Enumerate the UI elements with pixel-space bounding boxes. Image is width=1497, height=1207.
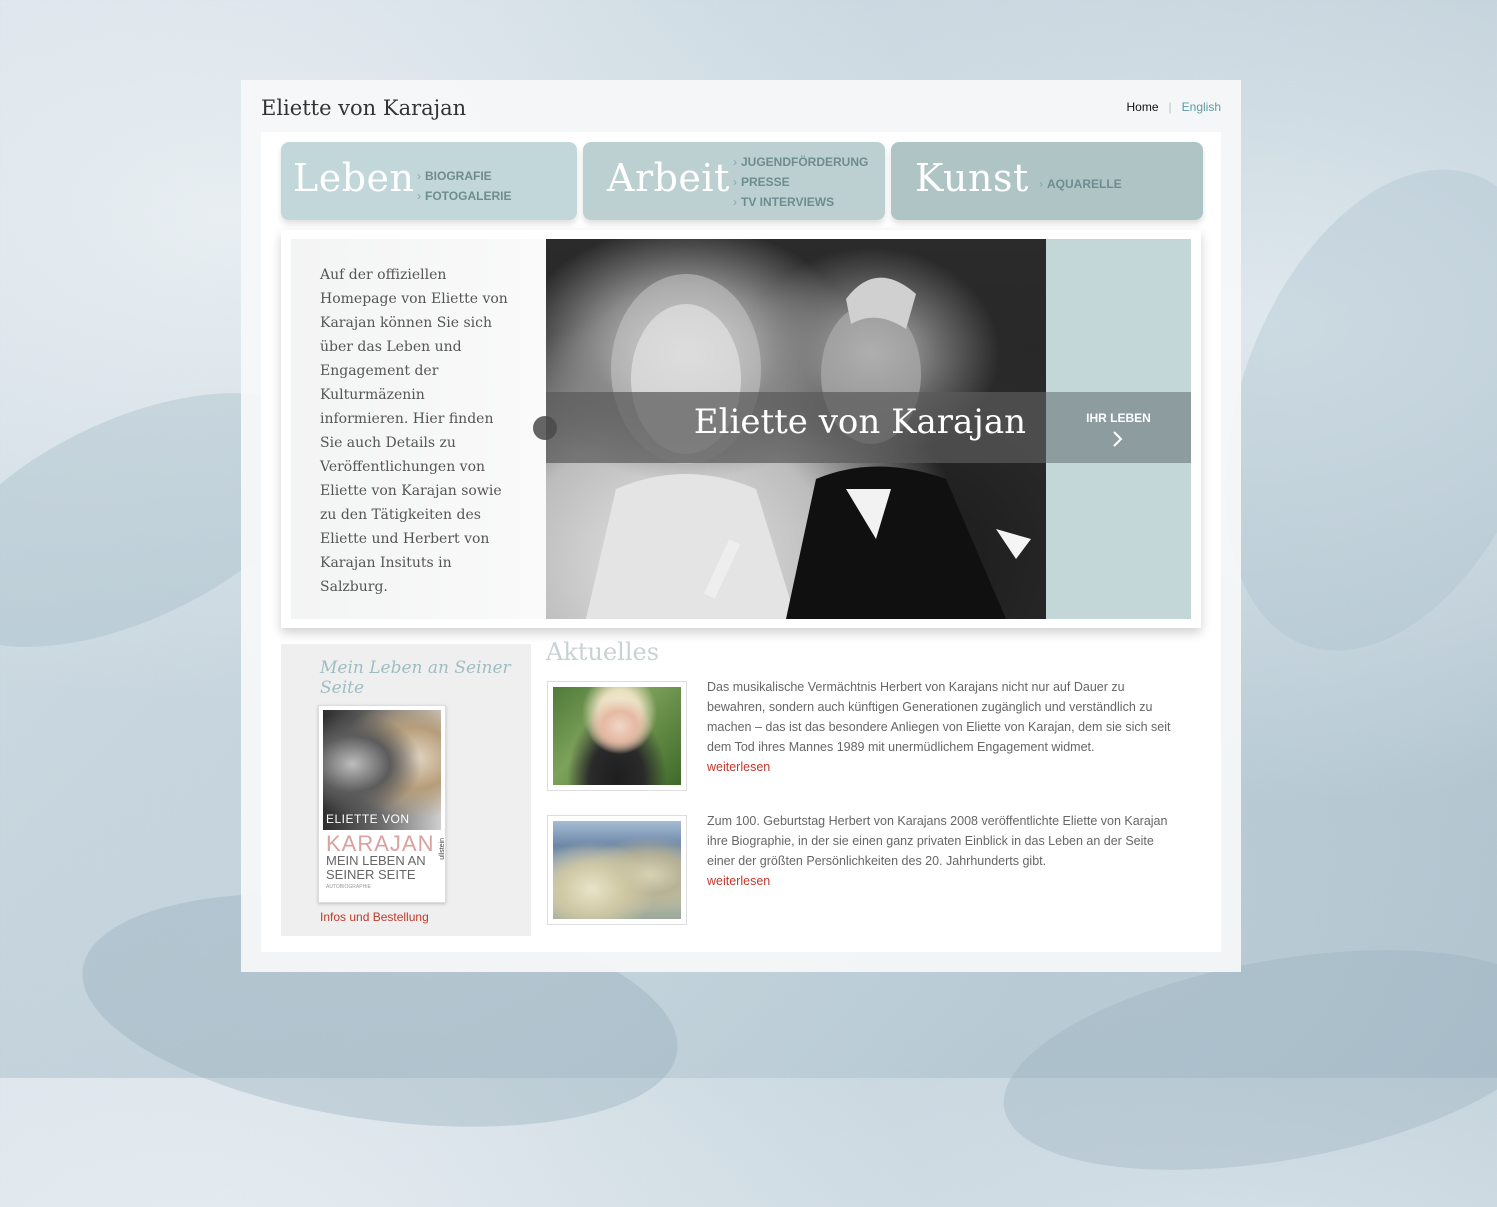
ihr-leben-button[interactable] <box>1046 392 1191 463</box>
nav-item-biografie[interactable]: › BIOGRAFIE <box>417 166 511 186</box>
news-text: Das musikalische Vermächtnis Herbert von… <box>707 680 1171 774</box>
main-panel: Eliette von Karajan Home | English Leben ›… <box>241 80 1241 972</box>
news-heading: Aktuelles <box>546 638 660 666</box>
news-item: Zum 100. Geburtstag Herbert von Karajans… <box>539 804 1201 935</box>
intro-text: Auf der offiziellen Homepage von Eliette… <box>320 267 508 595</box>
book-order-link[interactable]: Infos und Bestellung <box>320 910 429 924</box>
news-item: Das musikalische Vermächtnis Herbert von… <box>539 670 1201 800</box>
nav-item-tv-interviews[interactable]: › TV INTERVIEWS <box>733 192 868 212</box>
hero-photo: Eliette von Karajan <box>546 239 1046 619</box>
intro-box: Auf der offiziellen Homepage von Eliette… <box>291 239 546 619</box>
chevron-right-icon: › <box>733 175 737 189</box>
nav-item-fotogalerie[interactable]: › FOTOGALERIE <box>417 186 511 206</box>
content-area: Leben › BIOGRAFIE › FOTOGALERIE Arbeit › JU… <box>261 132 1221 952</box>
book-cover[interactable]: ELIETTE VON KARAJAN MEIN LEBEN AN SEINER … <box>318 705 446 903</box>
read-more-link[interactable]: weiterlesen <box>707 874 770 888</box>
chevron-right-icon: › <box>733 195 737 209</box>
nav-arbeit-submenu: › JUGENDFÖRDERUNG › PRESSE › TV INTERVIEWS <box>733 152 868 212</box>
nav-leben-label[interactable]: Leben <box>293 156 415 200</box>
cover-book-title: MEIN LEBEN AN SEINER SEITE <box>326 853 426 882</box>
nav-leben-submenu: › BIOGRAFIE › FOTOGALERIE <box>417 166 511 206</box>
chevron-right-icon: › <box>417 169 421 183</box>
chevron-right-icon[interactable] <box>1112 429 1124 449</box>
nav-kunst-label[interactable]: Kunst <box>915 156 1029 200</box>
nav-item-jugendfoerderung[interactable]: › JUGENDFÖRDERUNG <box>733 152 868 172</box>
news-thumbnail-image <box>553 821 681 919</box>
slider-prev-button[interactable] <box>533 416 557 440</box>
news-thumbnail[interactable] <box>547 681 687 791</box>
nav-item-aquarelle[interactable]: › AQUARELLE <box>1039 174 1122 194</box>
chevron-right-icon: › <box>733 155 737 169</box>
ihr-leben-label[interactable]: IHR LEBEN <box>1046 411 1191 425</box>
hero-side-panel: IHR LEBEN <box>1046 239 1191 619</box>
chevron-right-icon: › <box>1039 177 1043 191</box>
news-text: Zum 100. Geburtstag Herbert von Karajans… <box>707 814 1168 888</box>
nav-arbeit-label[interactable]: Arbeit <box>607 156 730 200</box>
hero-caption: Eliette von Karajan <box>693 402 1026 442</box>
home-link[interactable]: Home <box>1127 100 1159 114</box>
read-more-link[interactable]: weiterlesen <box>707 760 770 774</box>
nav-arbeit[interactable]: Arbeit › JUGENDFÖRDERUNG › PRESSE › TV INTE… <box>583 142 885 220</box>
hero-section: Auf der offiziellen Homepage von Eliette… <box>281 230 1201 628</box>
news-thumbnail[interactable] <box>547 815 687 925</box>
cover-author-first: ELIETTE VON <box>326 812 410 826</box>
site-title[interactable]: Eliette von Karajan <box>261 96 466 120</box>
nav-kunst[interactable]: Kunst › AQUARELLE <box>891 142 1203 220</box>
nav-leben[interactable]: Leben › BIOGRAFIE › FOTOGALERIE <box>281 142 577 220</box>
cover-publisher: ullstein <box>439 838 446 860</box>
nav-kunst-submenu: › AQUARELLE <box>1039 174 1122 194</box>
main-navigation: Leben › BIOGRAFIE › FOTOGALERIE Arbeit › JU… <box>281 142 1203 220</box>
nav-item-presse[interactable]: › PRESSE <box>733 172 868 192</box>
book-title: Mein Leben an Seiner Seite <box>320 658 511 698</box>
english-link[interactable]: English <box>1182 100 1221 114</box>
book-promo: Mein Leben an Seiner Seite ELIETTE VON K… <box>281 644 531 936</box>
language-switch: Home | English <box>1127 100 1222 114</box>
cover-subtitle: AUTOBIOGRAPHIE <box>326 884 371 890</box>
lang-separator: | <box>1168 100 1172 114</box>
chevron-right-icon: › <box>417 189 421 203</box>
news-thumbnail-image <box>553 687 681 785</box>
